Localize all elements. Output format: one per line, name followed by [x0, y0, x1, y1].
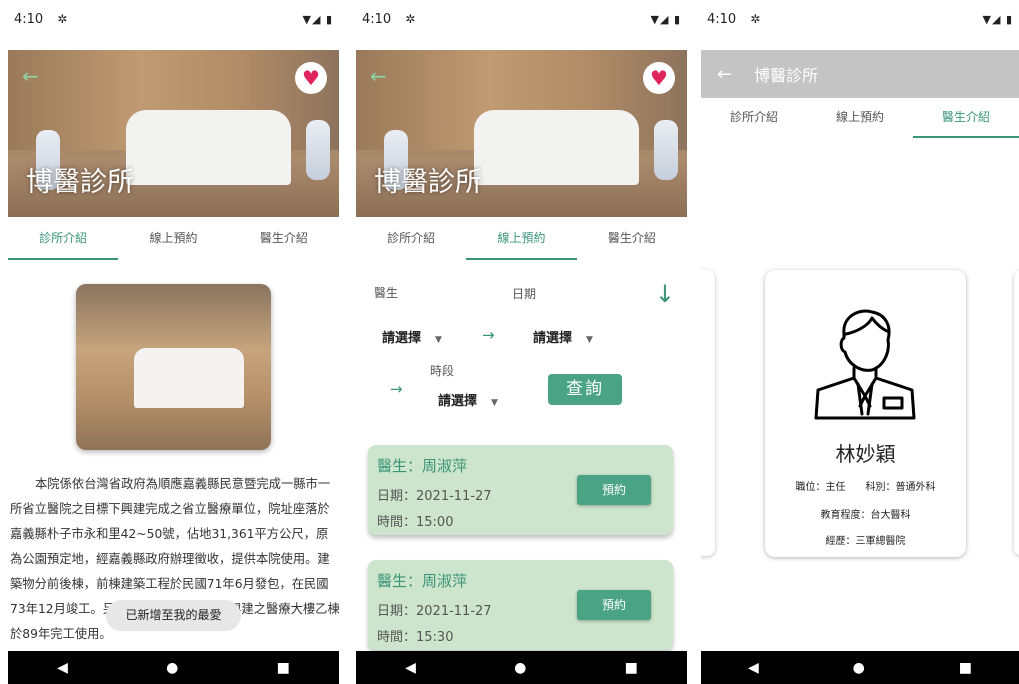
screen-doctor-intro: 4:10 ✲ ▼◢ ▮ ← 博醫診所 診所介紹 線上預約 醫生介紹 林妙穎 職位…: [701, 0, 1019, 684]
appointment-date: 日期：2021-11-27: [377, 489, 492, 504]
status-bar: 4:10 ✲ ▼◢ ▮: [8, 0, 339, 38]
appointment-card: 醫生：周淑萍 日期：2021-11-27 時間：15:00 預約: [368, 445, 673, 535]
appointment-doctor: 醫生：周淑萍: [377, 572, 468, 590]
back-arrow-icon[interactable]: ←: [22, 64, 39, 88]
period-select[interactable]: 請選擇 ▼: [438, 390, 498, 409]
tab-online-booking[interactable]: 線上預約: [807, 98, 913, 138]
doctor-avatar-icon: [814, 309, 916, 420]
nav-bar: ◀ ● ■: [8, 651, 339, 684]
book-button[interactable]: 預約: [577, 590, 651, 620]
back-arrow-icon[interactable]: ←: [717, 64, 732, 85]
doctor-label: 醫生: [374, 286, 399, 300]
screen-clinic-intro: 4:10 ✲ ▼◢ ▮ ← ♥ 博醫診所 診所介紹 線上預約 醫生介紹 本院係依…: [8, 0, 339, 684]
arrow-right-icon: →: [390, 380, 403, 398]
tab-clinic-intro[interactable]: 診所介紹: [701, 98, 807, 138]
nav-home-icon[interactable]: ●: [166, 660, 178, 676]
tab-online-booking[interactable]: 線上預約: [118, 218, 228, 260]
doctor-name: 林妙穎: [835, 442, 896, 466]
appointment-time: 時間：15:30: [377, 630, 454, 645]
screen-online-booking: 4:10 ✲ ▼◢ ▮ ← ♥ 博醫診所 診所介紹 線上預約 醫生介紹 醫生 日…: [356, 0, 687, 684]
nav-recents-icon[interactable]: ■: [959, 660, 972, 676]
settings-icon: ✲: [750, 12, 761, 26]
doctor-experience: 經歷：三軍總醫院: [825, 536, 906, 547]
status-bar: 4:10 ✲ ▼◢ ▮: [356, 0, 687, 38]
clinic-title: 博醫診所: [374, 167, 482, 198]
signal-battery-icon: ▼◢ ▮: [302, 12, 333, 26]
signal-battery-icon: ▼◢ ▮: [982, 12, 1013, 26]
appointment-card: 醫生：周淑萍 日期：2021-11-27 時間：15:30 預約: [368, 560, 673, 650]
nav-back-icon[interactable]: ◀: [748, 660, 759, 676]
book-button[interactable]: 預約: [577, 475, 651, 505]
nav-back-icon[interactable]: ◀: [57, 660, 68, 676]
app-bar: ← 博醫診所: [701, 50, 1019, 98]
reception-counter: [126, 110, 291, 185]
doctor-select[interactable]: 請選擇 ▼: [382, 327, 442, 346]
nav-bar: ◀ ● ■: [701, 651, 1019, 684]
tab-doctor-intro[interactable]: 醫生介紹: [577, 218, 687, 260]
tab-bar: 診所介紹 線上預約 醫生介紹: [356, 218, 687, 260]
down-arrow-icon[interactable]: ↓: [655, 280, 675, 308]
tab-doctor-intro[interactable]: 醫生介紹: [229, 218, 339, 260]
clinic-hero-image: ← ♥ 博醫診所: [356, 50, 687, 217]
nav-back-icon[interactable]: ◀: [405, 660, 416, 676]
date-label: 日期: [512, 287, 537, 301]
nav-recents-icon[interactable]: ■: [625, 660, 638, 676]
doctor-position: 職位：主任 科別：普通外科: [795, 482, 936, 493]
clinic-photo: [76, 284, 271, 450]
status-time: 4:10: [14, 11, 44, 27]
doctor-card: 林妙穎 職位：主任 科別：普通外科 教育程度：台大醫科 經歷：三軍總醫院: [765, 270, 966, 557]
robot-image: [306, 120, 330, 180]
settings-icon: ✲: [57, 12, 68, 26]
date-select[interactable]: 請選擇 ▼: [533, 327, 593, 346]
nav-bar: ◀ ● ■: [356, 651, 687, 684]
prev-doctor-card[interactable]: [701, 270, 715, 556]
status-time: 4:10: [707, 11, 737, 27]
tab-bar: 診所介紹 線上預約 醫生介紹: [8, 218, 339, 260]
clinic-title: 博醫診所: [26, 167, 134, 198]
back-arrow-icon[interactable]: ←: [370, 64, 387, 88]
doctor-education: 教育程度：台大醫科: [820, 510, 911, 521]
robot-image: [654, 120, 678, 180]
chevron-down-icon: ▼: [435, 335, 442, 345]
query-button[interactable]: 查詢: [548, 374, 622, 405]
arrow-right-icon: →: [482, 326, 495, 344]
reception-counter: [134, 348, 244, 408]
next-doctor-card[interactable]: [1014, 270, 1019, 556]
chevron-down-icon: ▼: [491, 398, 498, 408]
doctor-select-value: 請選擇: [382, 331, 422, 346]
tab-online-booking[interactable]: 線上預約: [466, 218, 577, 260]
status-bar: 4:10 ✲ ▼◢ ▮: [701, 0, 1019, 38]
period-select-value: 請選擇: [438, 394, 478, 409]
heart-icon[interactable]: ♥: [295, 62, 327, 94]
appointment-date: 日期：2021-11-27: [377, 604, 492, 619]
settings-icon: ✲: [405, 12, 416, 26]
period-label: 時段: [430, 364, 455, 378]
signal-battery-icon: ▼◢ ▮: [650, 12, 681, 26]
tab-clinic-intro[interactable]: 診所介紹: [356, 218, 466, 260]
tab-bar: 診所介紹 線上預約 醫生介紹: [701, 98, 1019, 138]
clinic-hero-image: ← ♥ 博醫診所: [8, 50, 339, 217]
app-bar-title: 博醫診所: [754, 66, 819, 85]
appointment-doctor: 醫生：周淑萍: [377, 457, 468, 475]
date-select-value: 請選擇: [533, 331, 573, 346]
status-time: 4:10: [362, 11, 392, 27]
tab-clinic-intro[interactable]: 診所介紹: [8, 218, 119, 260]
toast-message: 已新增至我的最愛: [106, 600, 241, 631]
nav-recents-icon[interactable]: ■: [277, 660, 290, 676]
nav-home-icon[interactable]: ●: [514, 660, 526, 676]
nav-home-icon[interactable]: ●: [853, 660, 865, 676]
chevron-down-icon: ▼: [586, 335, 593, 345]
heart-icon[interactable]: ♥: [643, 62, 675, 94]
appointment-time: 時間：15:00: [377, 515, 454, 530]
tab-doctor-intro[interactable]: 醫生介紹: [913, 98, 1019, 138]
reception-counter: [474, 110, 639, 185]
